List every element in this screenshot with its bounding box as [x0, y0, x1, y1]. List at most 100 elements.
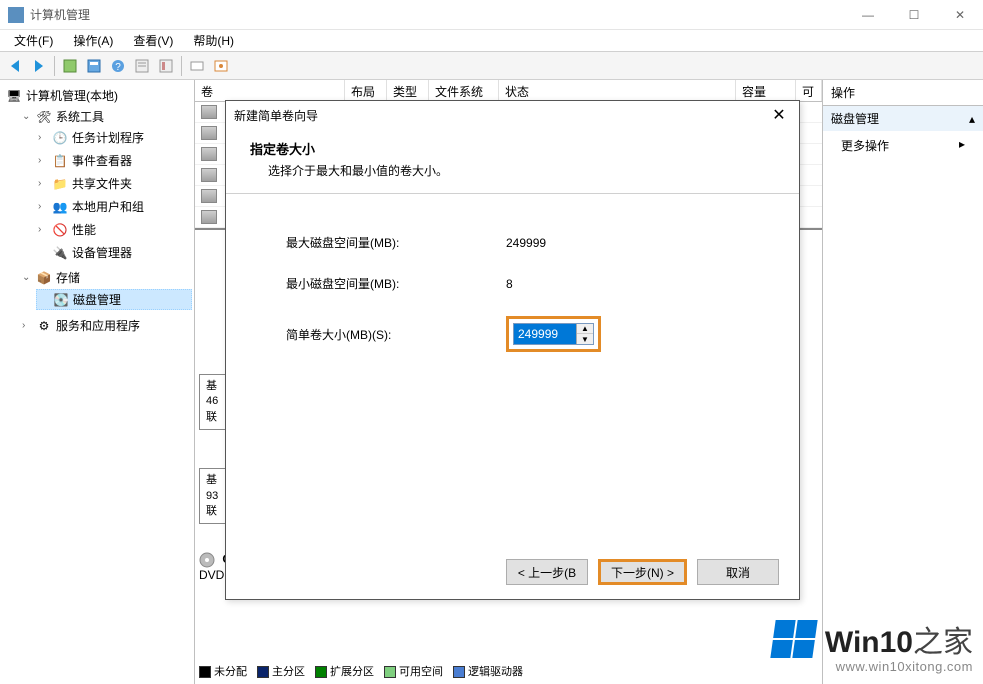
- disk-icon: 💽: [53, 292, 69, 308]
- services-icon: ⚙: [36, 318, 52, 334]
- spinner-up-button[interactable]: ▲: [577, 324, 593, 334]
- spinner-control: ▲ ▼: [513, 323, 594, 345]
- max-space-row: 最大磁盘空间量(MB): 249999: [286, 234, 739, 251]
- tree-label: 任务计划程序: [72, 129, 144, 146]
- tree-system-tools[interactable]: ⌄ 🛠 系统工具: [20, 107, 192, 126]
- col-capacity[interactable]: 容量: [736, 80, 796, 101]
- folder-icon: 📁: [52, 176, 68, 192]
- toolbar-btn-2[interactable]: [83, 55, 105, 77]
- menu-help[interactable]: 帮助(H): [183, 30, 244, 51]
- toolbar-btn-help[interactable]: ?: [107, 55, 129, 77]
- tree-device-manager[interactable]: 🔌设备管理器: [36, 243, 192, 262]
- col-status[interactable]: 状态: [499, 80, 736, 101]
- tree-label: 本地用户和组: [72, 198, 144, 215]
- app-icon: [8, 7, 24, 23]
- tree-label: 服务和应用程序: [56, 317, 140, 334]
- volume-icon: [201, 126, 217, 140]
- col-free[interactable]: 可: [796, 80, 822, 101]
- toolbar-btn-7[interactable]: [210, 55, 232, 77]
- tree-root-label: 计算机管理(本地): [26, 87, 118, 104]
- max-space-label: 最大磁盘空间量(MB):: [286, 234, 506, 251]
- legend-unallocated: 未分配: [199, 663, 247, 679]
- toolbar-separator: [181, 56, 182, 76]
- tree-event-viewer[interactable]: ›📋事件查看器: [36, 151, 192, 170]
- tools-icon: 🛠: [36, 109, 52, 125]
- wizard-titlebar: 新建简单卷向导 ✕: [226, 101, 799, 129]
- menu-bar: 文件(F) 操作(A) 查看(V) 帮助(H): [0, 30, 983, 52]
- tree-label: 设备管理器: [72, 244, 132, 261]
- actions-group[interactable]: 磁盘管理 ▴: [823, 106, 983, 131]
- collapse-icon: ▴: [969, 112, 975, 126]
- toolbar-btn-6[interactable]: [186, 55, 208, 77]
- menu-view[interactable]: 查看(V): [123, 30, 183, 51]
- col-layout[interactable]: 布局: [345, 80, 387, 101]
- tree-label: 磁盘管理: [73, 291, 121, 308]
- tree-storage[interactable]: ⌄ 📦 存储: [20, 268, 192, 287]
- tree-disk-management[interactable]: 💽磁盘管理: [36, 289, 192, 310]
- perf-icon: 🚫: [52, 222, 68, 238]
- legend-extended: 扩展分区: [315, 663, 374, 679]
- wizard-close-button[interactable]: ✕: [767, 105, 791, 125]
- window-controls: — ☐ ✕: [845, 0, 983, 30]
- watermark-text: Win10之家: [825, 617, 973, 661]
- volume-icon: [201, 189, 217, 203]
- tree-root[interactable]: 🖥 计算机管理(本地): [4, 86, 192, 105]
- tree-performance[interactable]: ›🚫性能: [36, 220, 192, 239]
- menu-file[interactable]: 文件(F): [4, 30, 63, 51]
- cdrom-icon: [199, 552, 219, 568]
- col-type[interactable]: 类型: [387, 80, 429, 101]
- wizard-heading: 指定卷大小: [250, 139, 775, 158]
- spinner-down-button[interactable]: ▼: [577, 334, 593, 344]
- actions-panel: 操作 磁盘管理 ▴ 更多操作 ▸: [823, 80, 983, 684]
- clock-icon: 🕒: [52, 130, 68, 146]
- actions-more-label: 更多操作: [841, 137, 889, 154]
- new-volume-wizard-dialog: 新建简单卷向导 ✕ 指定卷大小 选择介于最大和最小值的卷大小。 最大磁盘空间量(…: [225, 100, 800, 600]
- expand-icon: ›: [38, 155, 48, 166]
- window-titlebar: 计算机管理 — ☐ ✕: [0, 0, 983, 30]
- tree-shared-folders[interactable]: ›📁共享文件夹: [36, 174, 192, 193]
- minimize-button[interactable]: —: [845, 0, 891, 30]
- toolbar-btn-4[interactable]: [131, 55, 153, 77]
- back-button[interactable]: < 上一步(B: [506, 559, 588, 585]
- arrow-right-icon: [35, 60, 43, 72]
- watermark-url: www.win10xitong.com: [773, 659, 973, 674]
- window-title: 计算机管理: [30, 6, 90, 23]
- chevron-right-icon: ▸: [959, 137, 965, 154]
- swatch-icon: [257, 666, 269, 678]
- col-volume[interactable]: 卷: [195, 80, 345, 101]
- menu-action[interactable]: 操作(A): [63, 30, 123, 51]
- volume-list-header: 卷 布局 类型 文件系统 状态 容量 可: [195, 80, 822, 102]
- maximize-button[interactable]: ☐: [891, 0, 937, 30]
- next-button[interactable]: 下一步(N) >: [598, 559, 687, 585]
- wizard-footer: < 上一步(B 下一步(N) > 取消: [506, 559, 779, 585]
- nav-forward-button[interactable]: [28, 55, 50, 77]
- volume-size-input[interactable]: [514, 324, 576, 344]
- min-space-value: 8: [506, 277, 513, 291]
- highlight-box: ▲ ▼: [506, 316, 601, 352]
- col-filesystem[interactable]: 文件系统: [429, 80, 499, 101]
- toolbar-btn-5[interactable]: [155, 55, 177, 77]
- cancel-button[interactable]: 取消: [697, 559, 779, 585]
- toolbar: ?: [0, 52, 983, 80]
- watermark-logo: Win10之家: [773, 617, 973, 661]
- device-icon: 🔌: [52, 245, 68, 261]
- swatch-icon: [315, 666, 327, 678]
- wizard-body: 最大磁盘空间量(MB): 249999 最小磁盘空间量(MB): 8 简单卷大小…: [226, 194, 799, 416]
- tree-label: 事件查看器: [72, 152, 132, 169]
- tree-services-apps[interactable]: › ⚙ 服务和应用程序: [20, 316, 192, 335]
- toolbar-separator: [54, 56, 55, 76]
- wizard-subheading: 选择介于最大和最小值的卷大小。: [250, 162, 775, 179]
- min-space-label: 最小磁盘空间量(MB):: [286, 275, 506, 292]
- actions-more[interactable]: 更多操作 ▸: [823, 131, 983, 160]
- close-button[interactable]: ✕: [937, 0, 983, 30]
- windows-logo-icon: [770, 620, 817, 658]
- titlebar-left: 计算机管理: [8, 6, 90, 23]
- swatch-icon: [199, 666, 211, 678]
- toolbar-btn-1[interactable]: [59, 55, 81, 77]
- tree-task-scheduler[interactable]: ›🕒任务计划程序: [36, 128, 192, 147]
- svg-text:?: ?: [115, 62, 121, 73]
- expand-icon: ›: [38, 178, 48, 189]
- tree-local-users[interactable]: ›👥本地用户和组: [36, 197, 192, 216]
- tree-label: 系统工具: [56, 108, 104, 125]
- nav-back-button[interactable]: [4, 55, 26, 77]
